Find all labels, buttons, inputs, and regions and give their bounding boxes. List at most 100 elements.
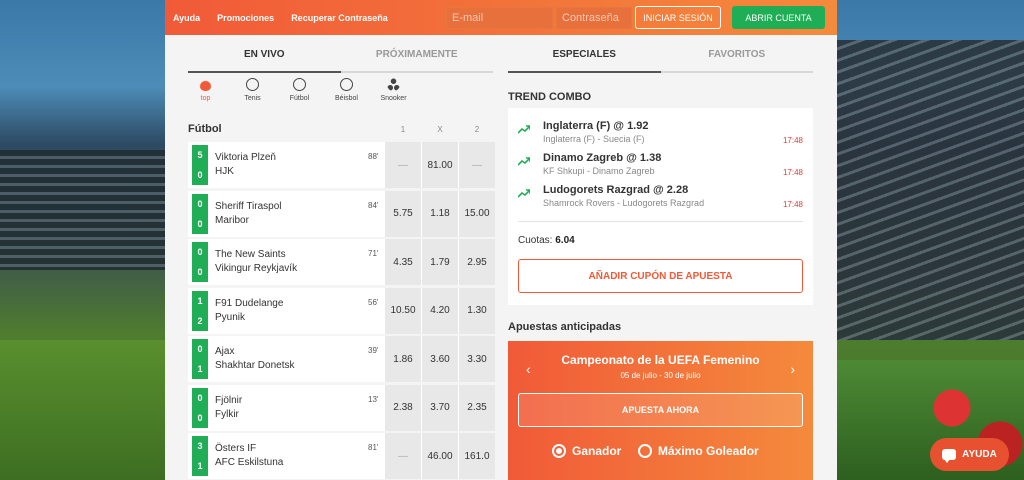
home-score: 0 <box>197 392 203 403</box>
match-teams: Fjölnir Fylkir <box>215 394 242 422</box>
promo-dates: 05 de julio - 30 de julio <box>620 371 701 380</box>
away-score: 0 <box>197 267 203 277</box>
soccer-ball-icon <box>293 78 306 91</box>
match-row[interactable]: 5 0 Viktoria Plzeň HJK 88' —81.00— <box>188 142 495 188</box>
help-link[interactable]: Ayuda <box>173 13 200 23</box>
combo-title: TREND COMBO <box>508 91 592 103</box>
tab-specials[interactable]: ESPECIALES <box>508 35 661 73</box>
promo-banner: ‹ › Campeonato de la UEFA Femenino 05 de… <box>508 341 813 480</box>
odd-home[interactable]: 1.86 <box>385 336 421 382</box>
email-field[interactable] <box>446 7 553 29</box>
odd-home[interactable]: 4.35 <box>385 239 421 285</box>
match-row[interactable]: 0 0 Fjölnir Fylkir 13' 2.38 3.70 2.35 <box>188 384 495 431</box>
sport-tennis[interactable]: Tenis <box>235 78 270 102</box>
home-team: Östers IF <box>215 443 257 454</box>
match-teams: The New Saints Vikingur Reykjavík <box>215 248 297 276</box>
recover-password-link[interactable]: Recuperar Contraseña <box>291 13 388 23</box>
col-home: 1 <box>400 125 406 134</box>
odd-home[interactable]: 5.75 <box>385 190 421 237</box>
sport-baseball[interactable]: Béisbol <box>329 78 364 102</box>
odd-home[interactable]: 2.38 <box>385 384 421 431</box>
odd-away[interactable]: 2.95 <box>459 239 495 285</box>
away-score: 0 <box>197 170 203 180</box>
odd-draw[interactable]: 81.00 <box>422 142 458 188</box>
odd-draw[interactable]: 4.20 <box>422 287 458 334</box>
combo-list: Inglaterra (F) @ 1.92 Inglaterra (F) - Su… <box>517 116 803 212</box>
match-row[interactable]: 0 0 The New Saints Vikingur Reykjavík 71' 4.3… <box>188 239 495 285</box>
odd-draw[interactable]: 3.60 <box>422 336 458 382</box>
odd-home[interactable]: — <box>385 433 421 479</box>
promotions-link[interactable]: Promociones <box>217 13 274 23</box>
odd-away[interactable]: 161.0 <box>459 433 495 479</box>
combo-selection: Ludogorets Razgrad @ 2.28 <box>543 184 689 196</box>
password-field[interactable] <box>556 7 632 29</box>
sport-football[interactable]: Fútbol <box>282 78 317 102</box>
sport-label: Snooker <box>380 95 407 102</box>
away-team: Maribor <box>215 214 249 226</box>
radio-label: Ganador <box>572 444 622 458</box>
match-row[interactable]: 3 1 Östers IF AFC Eskilstuna 81' —46.00 161.0 <box>188 433 495 479</box>
away-score: 0 <box>197 412 203 423</box>
live-score: 50 <box>192 145 208 185</box>
tab-upcoming[interactable]: PRÓXIMAMENTE <box>340 35 493 73</box>
match-row[interactable]: 0 1 Ajax Shakhtar Donetsk 39' 1.86 3.60 3.30 <box>188 336 495 382</box>
combo-item[interactable]: Inglaterra (F) @ 1.92 Inglaterra (F) - Su… <box>517 116 803 148</box>
tennis-ball-icon <box>246 78 259 91</box>
tab-live[interactable]: EN VIVO <box>188 35 341 73</box>
sport-top[interactable]: top <box>188 78 223 102</box>
help-chat-button[interactable]: AYUDA <box>930 438 1009 471</box>
odd-draw[interactable]: 46.00 <box>422 433 458 479</box>
match-row[interactable]: 0 0 Sheriff Tiraspol Maribor 84' 5.75 1.18 15.0… <box>188 190 495 237</box>
anticipadas-title: Apuestas anticipadas <box>508 321 622 333</box>
odd-away[interactable]: 3.30 <box>459 336 495 382</box>
home-score: 0 <box>197 198 203 209</box>
chat-bubble-icon <box>942 449 957 463</box>
odd-draw[interactable]: 3.70 <box>422 384 458 431</box>
sport-filter: top Tenis Fútbol Béisbol Snooker <box>188 78 418 102</box>
stand-right <box>834 40 1024 340</box>
combo-time: 17:48 <box>782 168 803 177</box>
add-coupon-button[interactable]: AÑADIR CUPÓN DE APUESTA <box>518 259 803 293</box>
match-minute: 88' <box>368 152 379 161</box>
combo-item[interactable]: Dinamo Zagreb @ 1.38 KF Shkupi - Dinamo Z… <box>517 148 803 180</box>
stand-left <box>0 150 165 270</box>
combo-item[interactable]: Ludogorets Razgrad @ 2.28 Shamrock Rovers… <box>517 180 803 212</box>
sport-label: Tenis <box>244 95 261 102</box>
combo-event: Shamrock Rovers - Ludogorets Razgrad <box>543 198 705 208</box>
odd-home[interactable]: — <box>385 142 421 188</box>
sport-label: Fútbol <box>289 95 310 102</box>
sport-snooker[interactable]: Snooker <box>376 78 411 102</box>
odd-home[interactable]: 10.50 <box>385 287 421 334</box>
odd-away[interactable]: 1.30 <box>459 287 495 334</box>
odd-away[interactable]: — <box>459 142 495 188</box>
radio-winner[interactable]: Ganador <box>552 444 621 458</box>
away-team: Shakhtar Donetsk <box>215 360 295 371</box>
odd-draw[interactable]: 1.79 <box>422 239 458 285</box>
home-team: Sheriff Tiraspol <box>215 200 282 212</box>
login-button[interactable]: INICIAR SESIÓN <box>635 6 721 29</box>
odd-draw[interactable]: 1.18 <box>422 190 458 237</box>
odd-away[interactable]: 15.00 <box>459 190 495 237</box>
live-score: 01 <box>192 339 208 379</box>
away-score: 1 <box>197 364 203 374</box>
field-left <box>0 340 165 480</box>
trending-up-icon <box>517 189 531 198</box>
match-row[interactable]: 1 2 F91 Dudelange Pyunik 56' 10.50 4.20 1.30 <box>188 287 495 334</box>
home-score: 3 <box>197 441 203 451</box>
combo-event: Inglaterra (F) - Suecia (F) <box>543 134 645 144</box>
radio-top-scorer[interactable]: Máximo Goleador <box>638 444 759 458</box>
away-score: 0 <box>197 218 203 229</box>
open-account-button[interactable]: ABRIR CUENTA <box>732 6 825 29</box>
tab-favorites[interactable]: FAVORITOS <box>660 35 813 73</box>
odds-label: Cuotas: <box>518 235 553 246</box>
odd-away[interactable]: 2.35 <box>459 384 495 431</box>
radio-checked-icon <box>552 444 566 458</box>
trending-up-icon <box>517 157 531 166</box>
home-team: The New Saints <box>215 249 286 260</box>
combo-panel: Inglaterra (F) @ 1.92 Inglaterra (F) - Su… <box>508 108 813 305</box>
bet-now-button[interactable]: APUESTA AHORA <box>518 393 803 427</box>
home-team: Fjölnir <box>215 394 243 406</box>
sport-label: top <box>200 95 211 102</box>
home-team: Ajax <box>215 346 235 357</box>
radio-unchecked-icon <box>638 444 652 458</box>
